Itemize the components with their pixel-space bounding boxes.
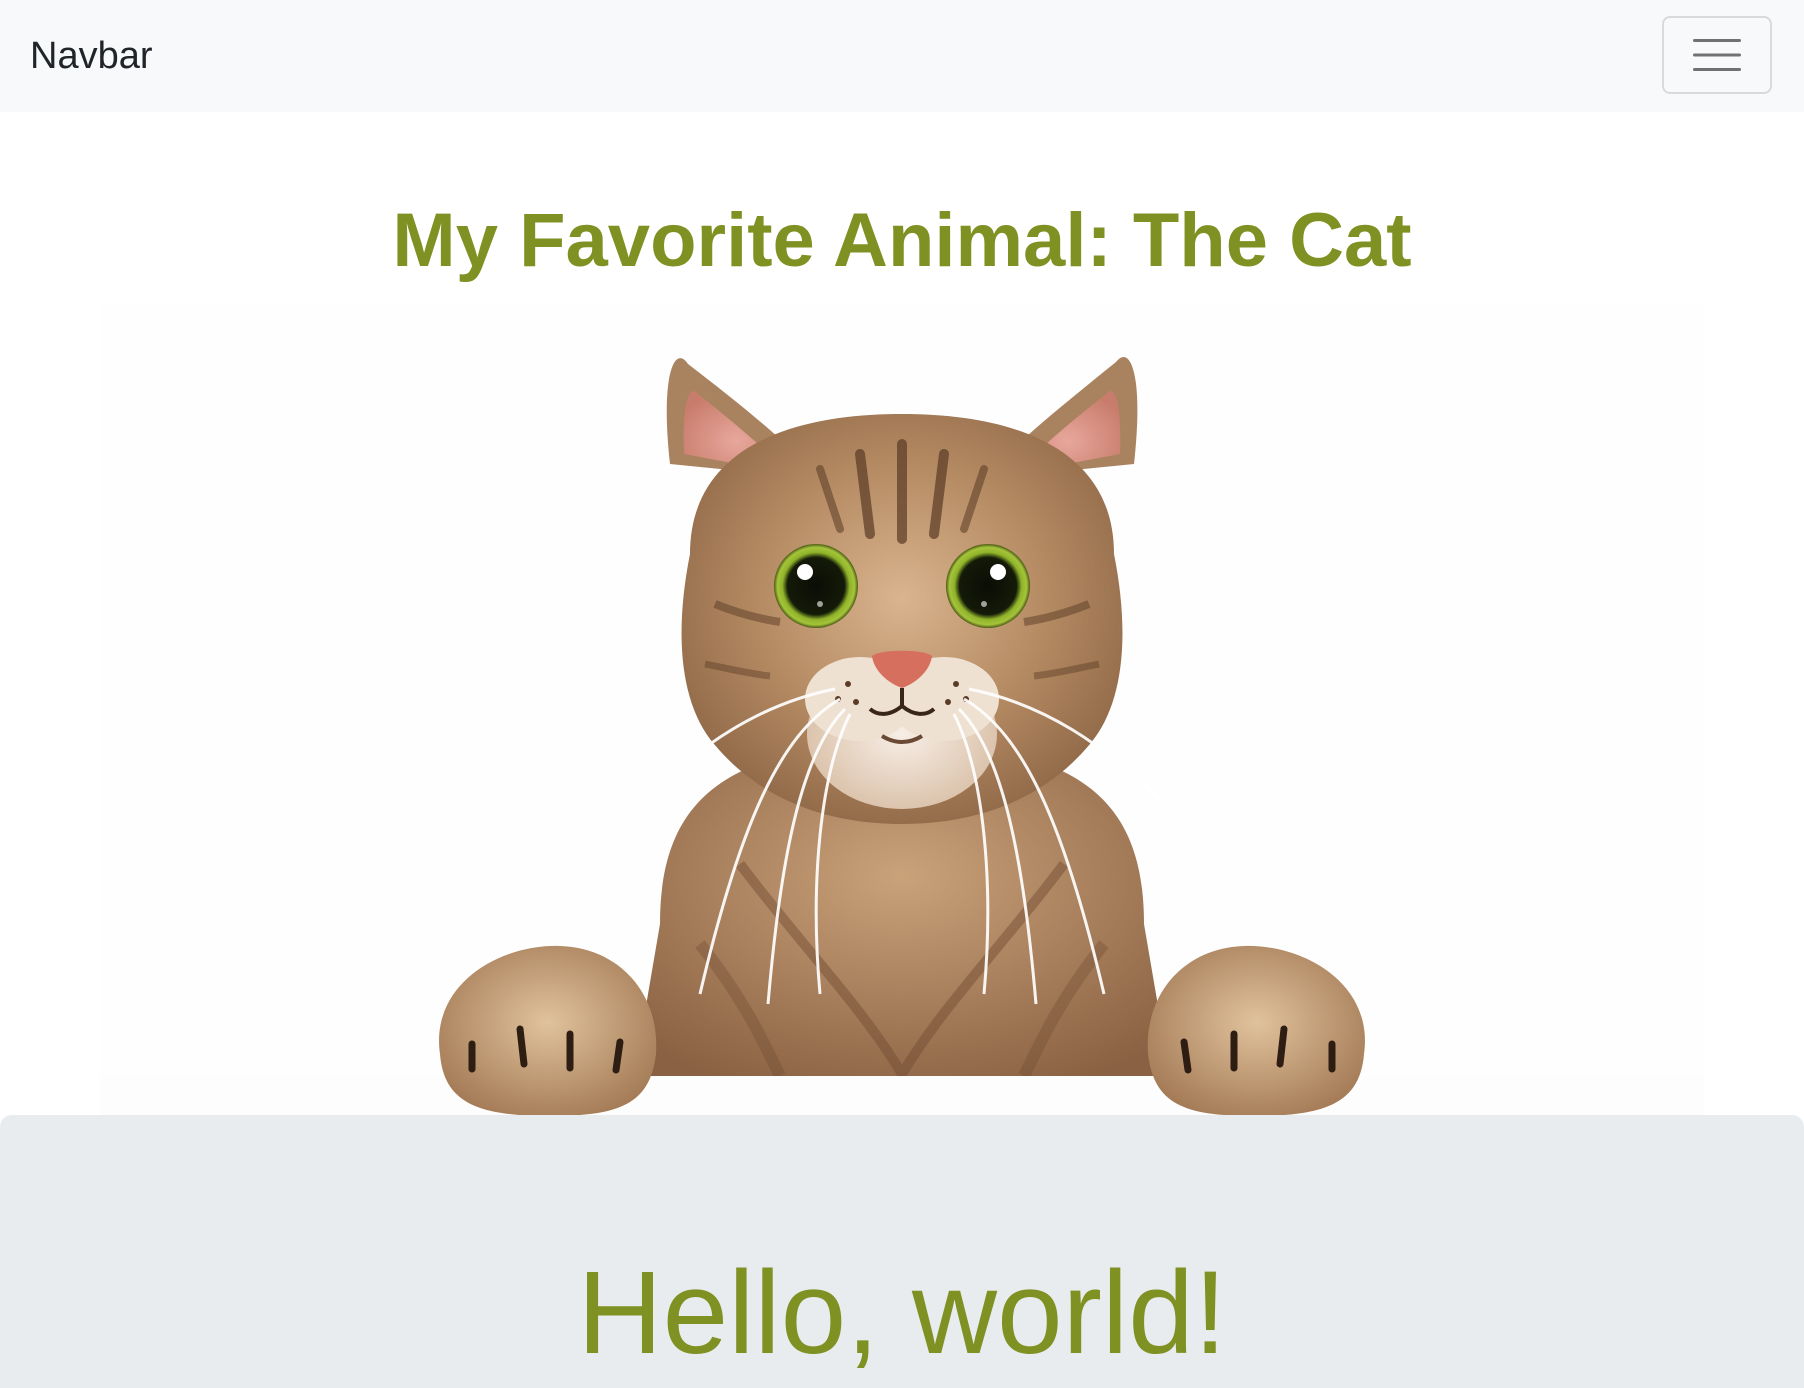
navbar: Navbar [0,0,1804,112]
page-title: My Favorite Animal: The Cat [392,198,1412,283]
cat-photo [100,357,1704,1116]
hamburger-menu-icon [1693,39,1741,71]
jumbotron-heading: Hello, world! [577,1247,1227,1379]
cat-image [100,304,1704,1116]
navbar-toggler-button[interactable] [1662,16,1772,94]
navbar-brand[interactable]: Navbar [30,30,153,82]
